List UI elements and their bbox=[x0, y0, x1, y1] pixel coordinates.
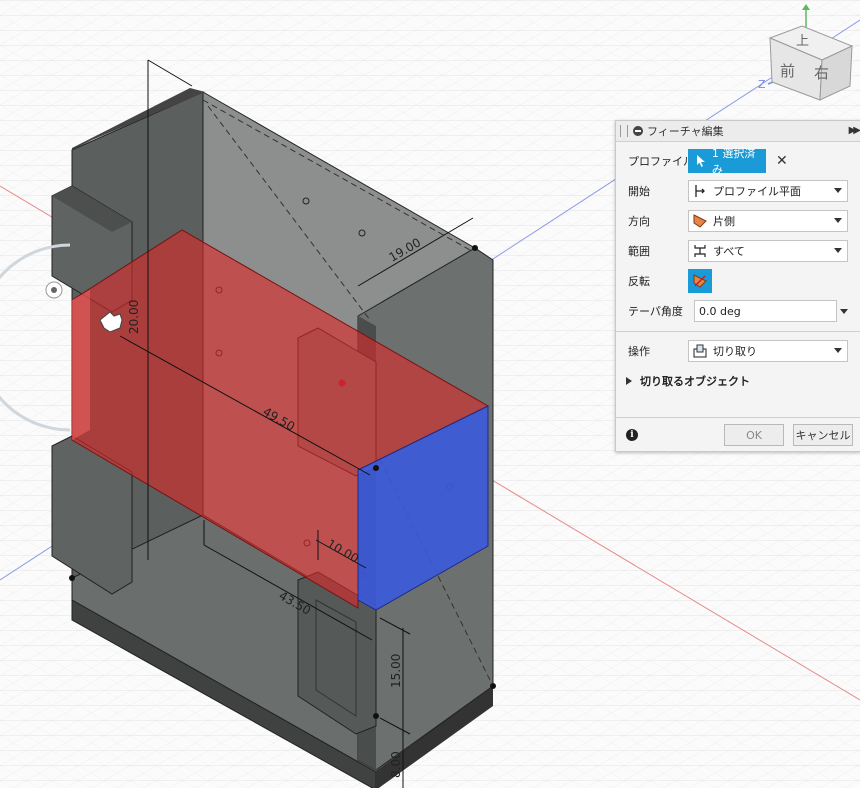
operation-label: 操作 bbox=[628, 345, 650, 358]
flip-row: 反転 bbox=[616, 267, 860, 295]
taper-label: テーパ角度 bbox=[628, 305, 683, 318]
extent-label: 範囲 bbox=[628, 245, 650, 258]
operation-dropdown[interactable]: 切り取り bbox=[688, 340, 848, 362]
divider bbox=[616, 331, 860, 332]
direction-dropdown[interactable]: 片側 bbox=[688, 210, 848, 232]
divider bbox=[616, 417, 860, 418]
direction-row: 方向 片側 bbox=[616, 207, 860, 235]
chevron-down-icon bbox=[834, 218, 842, 223]
expand-panel-icon[interactable]: ▶▶ bbox=[849, 125, 860, 136]
taper-angle-input[interactable]: 0.0 deg bbox=[694, 300, 837, 322]
chevron-down-icon bbox=[834, 248, 842, 253]
start-value: プロファイル平面 bbox=[713, 185, 801, 198]
viewcube-top-label[interactable]: 上 bbox=[796, 30, 809, 49]
info-icon[interactable]: i bbox=[626, 429, 638, 441]
extent-row: 範囲 すべて bbox=[616, 237, 860, 265]
operation-value: 切り取り bbox=[713, 345, 757, 358]
feature-edit-panel[interactable]: フィーチャ編集 ▶▶ プロファイル 1 選択済み ✕ 開始 プロファイル平面 方… bbox=[615, 120, 860, 452]
flip-toggle-button[interactable] bbox=[688, 269, 712, 293]
direction-label: 方向 bbox=[628, 215, 650, 228]
chevron-down-icon bbox=[834, 348, 842, 353]
dimension-label[interactable]: 15.00 bbox=[389, 654, 403, 688]
flip-icon bbox=[693, 274, 707, 288]
through-all-icon bbox=[693, 244, 707, 258]
viewcube-front-label[interactable]: 前 bbox=[780, 60, 795, 81]
one-side-icon bbox=[693, 214, 707, 228]
profile-label: プロファイル bbox=[628, 155, 694, 168]
clear-selection-icon[interactable]: ✕ bbox=[776, 154, 790, 168]
cancel-button[interactable]: キャンセル bbox=[793, 424, 853, 446]
flip-label: 反転 bbox=[628, 275, 650, 288]
start-row: 開始 プロファイル平面 bbox=[616, 177, 860, 205]
operation-row: 操作 切り取り bbox=[616, 337, 860, 365]
taper-row: テーパ角度 0.0 deg bbox=[616, 297, 860, 325]
profile-row: プロファイル 1 選択済み ✕ bbox=[616, 147, 860, 176]
collapse-icon[interactable] bbox=[633, 126, 643, 136]
chevron-down-icon bbox=[834, 188, 842, 193]
profile-plane-icon bbox=[693, 184, 707, 198]
direction-value: 片側 bbox=[713, 215, 735, 228]
drag-grip-icon[interactable] bbox=[620, 125, 628, 137]
objects-to-cut-label: 切り取るオブジェクト bbox=[640, 375, 750, 388]
dimension-label[interactable]: 20.00 bbox=[127, 300, 141, 334]
profile-value: 1 選択済み bbox=[711, 147, 756, 176]
chevron-down-icon[interactable] bbox=[840, 308, 848, 314]
cursor-arrow-icon bbox=[696, 155, 705, 167]
ok-button[interactable]: OK bbox=[724, 424, 784, 446]
view-cube[interactable]: 上 前 右 Z bbox=[758, 4, 858, 104]
extent-value: すべて bbox=[713, 245, 745, 258]
cut-icon bbox=[693, 344, 707, 358]
objects-to-cut-expander[interactable]: 切り取るオブジェクト bbox=[626, 373, 750, 389]
extent-dropdown[interactable]: すべて bbox=[688, 240, 848, 262]
panel-header[interactable]: フィーチャ編集 ▶▶ bbox=[616, 121, 860, 142]
taper-value: 0.0 deg bbox=[699, 304, 741, 318]
expand-arrow-icon bbox=[626, 377, 632, 385]
viewcube-right-label[interactable]: 右 bbox=[814, 62, 829, 83]
z-axis-label: Z bbox=[758, 78, 766, 91]
profile-select-button[interactable]: 1 選択済み bbox=[688, 147, 766, 176]
dimension-label[interactable]: 8.00 bbox=[389, 751, 403, 778]
start-dropdown[interactable]: プロファイル平面 bbox=[688, 180, 848, 202]
start-label: 開始 bbox=[628, 185, 650, 198]
panel-title: フィーチャ編集 bbox=[647, 125, 724, 138]
